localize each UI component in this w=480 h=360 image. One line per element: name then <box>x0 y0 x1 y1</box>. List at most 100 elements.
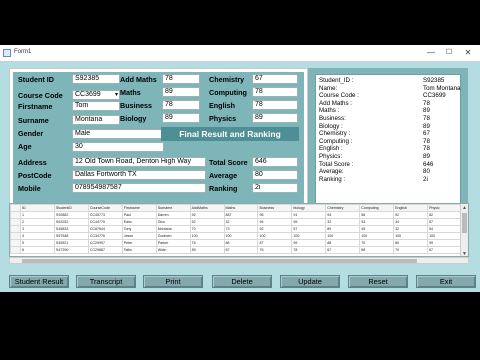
table-cell[interactable]: 76 <box>257 246 293 254</box>
table-cell[interactable]: Jesse <box>121 232 157 240</box>
table-cell[interactable]: 32 <box>325 218 361 226</box>
table-cell[interactable]: Tallis <box>121 246 157 254</box>
column-header[interactable]: AddMaths <box>189 204 225 212</box>
add-maths-field[interactable]: 78 <box>162 74 200 84</box>
table-cell[interactable]: 99 <box>291 239 327 247</box>
table-cell[interactable]: 100 <box>223 232 259 240</box>
table-row[interactable]: 5 S45521 CC29997 Peter Parker 76 88 87 99 88 70 80 9… <box>10 239 462 247</box>
table-cell[interactable]: Wide <box>155 246 191 254</box>
table-cell[interactable]: 80 <box>393 239 429 247</box>
age-field[interactable]: 30 <box>72 142 164 152</box>
row-header[interactable] <box>10 246 21 254</box>
table-cell[interactable]: 100 <box>291 232 327 240</box>
hscroll-thumb[interactable] <box>22 259 417 263</box>
table-cell[interactable]: 2 <box>20 218 55 226</box>
minimize-icon[interactable]: — <box>424 47 438 58</box>
total-score-field[interactable]: 646 <box>252 157 298 167</box>
table-cell[interactable]: 89 <box>325 225 361 233</box>
table-cell[interactable]: 56 <box>359 211 395 219</box>
table-cell[interactable]: 91 <box>291 211 327 219</box>
table-cell[interactable]: 88 <box>223 239 259 247</box>
table-cell[interactable]: 4 <box>20 232 55 240</box>
column-header[interactable]: Business <box>257 204 293 212</box>
scroll-down-icon[interactable]: ▼ <box>461 250 468 256</box>
table-cell[interactable]: 92 <box>393 211 429 219</box>
table-cell[interactable]: 67 <box>223 246 259 254</box>
table-cell[interactable]: 82 <box>427 211 462 219</box>
table-cell[interactable]: 92 <box>257 225 293 233</box>
mobile-field[interactable]: 078954987587 <box>72 183 206 193</box>
table-cell[interactable]: 78 <box>291 246 327 254</box>
table-cell[interactable]: 67 <box>325 246 361 254</box>
table-cell[interactable]: CC34776 <box>87 232 123 240</box>
maximize-icon[interactable]: ☐ <box>442 47 456 58</box>
results-grid[interactable]: ID StudentID CourseCode Firstname Surname Add… <box>9 203 469 257</box>
table-cell[interactable]: 887 <box>223 211 259 219</box>
column-header[interactable]: Computing <box>359 204 395 212</box>
table-cell[interactable]: 95 <box>291 218 327 226</box>
table-row[interactable]: 4 S57548 CC34776 Jesse Godmen 100 100 100 100 100… <box>10 232 462 240</box>
computing-field[interactable]: 78 <box>252 87 298 97</box>
table-row[interactable]: 3 S45833 CC87644 Tony Montana 70 73 92 57 89 45 32 5… <box>10 225 462 233</box>
table-cell[interactable]: 100 <box>325 232 361 240</box>
table-cell[interactable]: 88 <box>325 239 361 247</box>
table-cell[interactable]: S45833 <box>53 225 89 233</box>
column-header[interactable]: CourseCode <box>87 204 123 212</box>
table-cell[interactable]: 52 <box>189 218 225 226</box>
table-cell[interactable]: 70 <box>189 225 225 233</box>
table-cell[interactable]: 1 <box>20 211 55 219</box>
english-field[interactable]: 78 <box>252 100 298 110</box>
exit-button[interactable]: Exit <box>416 275 476 288</box>
table-cell[interactable]: 32 <box>223 218 259 226</box>
table-cell[interactable]: Montana <box>155 225 191 233</box>
table-cell[interactable]: Paul <box>121 211 157 219</box>
delete-button[interactable]: Delete <box>212 275 272 288</box>
table-cell[interactable]: 76 <box>189 239 225 247</box>
column-header[interactable]: Physic <box>427 204 462 212</box>
postcode-field[interactable]: Dallas Fortworth TX <box>72 170 206 180</box>
table-cell[interactable]: 53 <box>359 218 395 226</box>
gender-field[interactable]: Male <box>72 129 164 139</box>
table-cell[interactable]: Tony <box>121 225 157 233</box>
table-cell[interactable]: 67 <box>427 218 462 226</box>
table-cell[interactable]: Parker <box>155 239 191 247</box>
table-cell[interactable]: 92 <box>189 211 225 219</box>
table-cell[interactable]: 34 <box>393 218 429 226</box>
scroll-up-icon[interactable]: ▲ <box>461 204 468 212</box>
average-field[interactable]: 80 <box>252 170 298 180</box>
table-cell[interactable]: 57 <box>291 225 327 233</box>
table-cell[interactable]: 100 <box>359 232 395 240</box>
table-cell[interactable]: 45 <box>359 225 395 233</box>
table-cell[interactable]: 3 <box>20 225 55 233</box>
row-header[interactable] <box>10 211 21 219</box>
table-cell[interactable]: 95 <box>257 211 293 219</box>
column-header[interactable]: Surname <box>155 204 191 212</box>
row-header[interactable] <box>10 239 21 247</box>
table-cell[interactable]: 94 <box>257 218 293 226</box>
course-code-select[interactable]: CC3699 <box>72 90 120 100</box>
table-cell[interactable]: CC87644 <box>87 225 123 233</box>
table-cell[interactable]: 87 <box>257 239 293 247</box>
maths-field[interactable]: 89 <box>162 87 200 97</box>
table-cell[interactable]: 100 <box>427 232 462 240</box>
table-cell[interactable]: 32 <box>393 225 429 233</box>
table-cell[interactable]: CC29997 <box>87 239 123 247</box>
column-header[interactable]: StudentID <box>53 204 89 212</box>
biology-field[interactable]: 89 <box>162 113 200 123</box>
scroll-thumb[interactable] <box>462 213 467 233</box>
table-cell[interactable]: CC29887 <box>87 246 123 254</box>
table-cell[interactable]: S47290 <box>53 246 89 254</box>
surname-field[interactable]: Montana <box>72 115 120 125</box>
row-header[interactable] <box>10 225 21 233</box>
column-header[interactable]: ID <box>20 204 55 212</box>
table-cell[interactable]: 94 <box>325 211 361 219</box>
table-cell[interactable]: 70 <box>359 239 395 247</box>
table-cell[interactable]: S63252 <box>53 218 89 226</box>
table-cell[interactable]: Edric <box>121 218 157 226</box>
address-field[interactable]: 12 Old Town Road, Denton High Way <box>72 157 206 167</box>
column-header[interactable]: biology <box>291 204 327 212</box>
results-table[interactable]: ID StudentID CourseCode Firstname Surname Add… <box>10 204 462 254</box>
table-cell[interactable]: 100 <box>393 232 429 240</box>
reset-button[interactable]: Reset <box>348 275 408 288</box>
grid-horizontal-scrollbar[interactable] <box>9 257 469 264</box>
